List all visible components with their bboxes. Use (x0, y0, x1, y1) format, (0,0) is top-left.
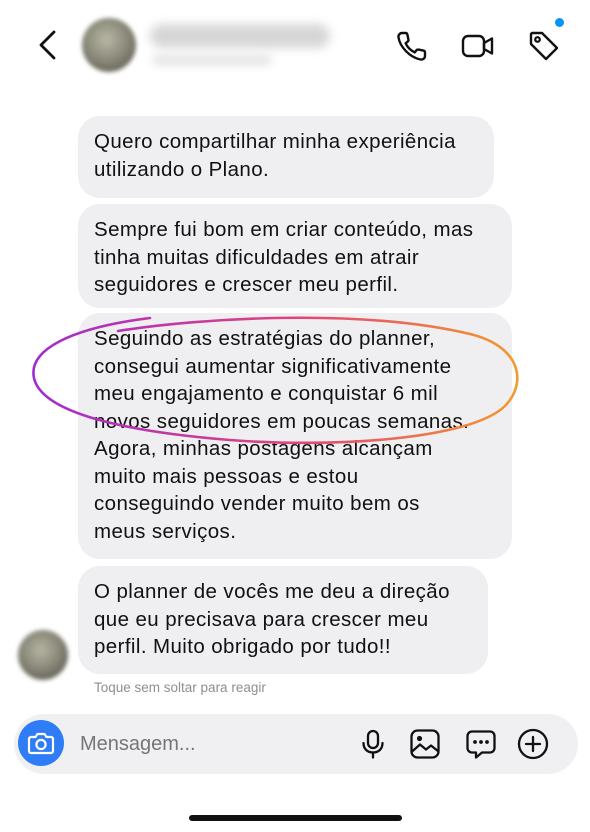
message-line: Agora, minhas postagens alcançam (94, 437, 433, 460)
phone-icon[interactable] (394, 28, 430, 64)
notification-dot (555, 18, 564, 27)
camera-button[interactable] (18, 720, 64, 766)
message-line: muito mais pessoas e estou (94, 464, 359, 488)
message-line: seguidores e crescer meu perfil. (94, 273, 399, 296)
contact-status-blurred (152, 54, 272, 66)
message-line: perfil. Muito obrigado por tudo!! (94, 635, 391, 658)
sender-avatar[interactable] (18, 630, 68, 680)
chat-bubble-sticker-icon[interactable] (464, 727, 498, 761)
message-line: meu engajamento e conquistar 6 mil (94, 382, 439, 405)
reaction-hint: Toque sem soltar para reagir (94, 680, 266, 695)
camera-icon (27, 732, 55, 755)
message-line: utilizando o Plano. (94, 157, 270, 181)
message-line: conseguindo vender muito bem os (94, 492, 420, 515)
message-line: Sempre fui bom em criar conteúdo, mas (94, 218, 474, 241)
image-icon[interactable] (408, 727, 442, 761)
home-indicator (189, 815, 402, 821)
message-line: Seguindo as estratégias do planner, (94, 327, 436, 350)
message-line: tinha muitas dificuldades em atrair (94, 245, 420, 269)
contact-name-blurred[interactable] (150, 24, 330, 48)
message-bubble[interactable]: Quero compartilhar minha experiência uti… (78, 116, 494, 198)
message-bubble[interactable]: O planner de vocês me deu a direção que … (78, 566, 488, 674)
plus-icon[interactable] (516, 727, 550, 761)
message-line: O planner de vocês me deu a direção (94, 580, 450, 603)
message-line: meus serviços. (94, 519, 237, 543)
message-bubble[interactable]: Sempre fui bom em criar conteúdo, mas ti… (78, 204, 512, 308)
tag-icon[interactable] (526, 28, 562, 64)
chat-header (0, 0, 590, 92)
message-line: Quero compartilhar minha experiência (94, 130, 456, 153)
video-camera-icon[interactable] (460, 28, 496, 64)
message-line: novos seguidores em poucas semanas. (94, 409, 470, 433)
contact-avatar[interactable] (82, 18, 136, 72)
message-bubble[interactable]: Seguindo as estratégias do planner, cons… (78, 313, 512, 559)
microphone-icon[interactable] (356, 727, 390, 761)
message-line: que eu precisava para crescer meu (94, 607, 429, 631)
message-line: consegui aumentar significativamente (94, 354, 452, 378)
message-input[interactable] (78, 732, 332, 757)
chevron-left-icon[interactable] (34, 28, 64, 62)
